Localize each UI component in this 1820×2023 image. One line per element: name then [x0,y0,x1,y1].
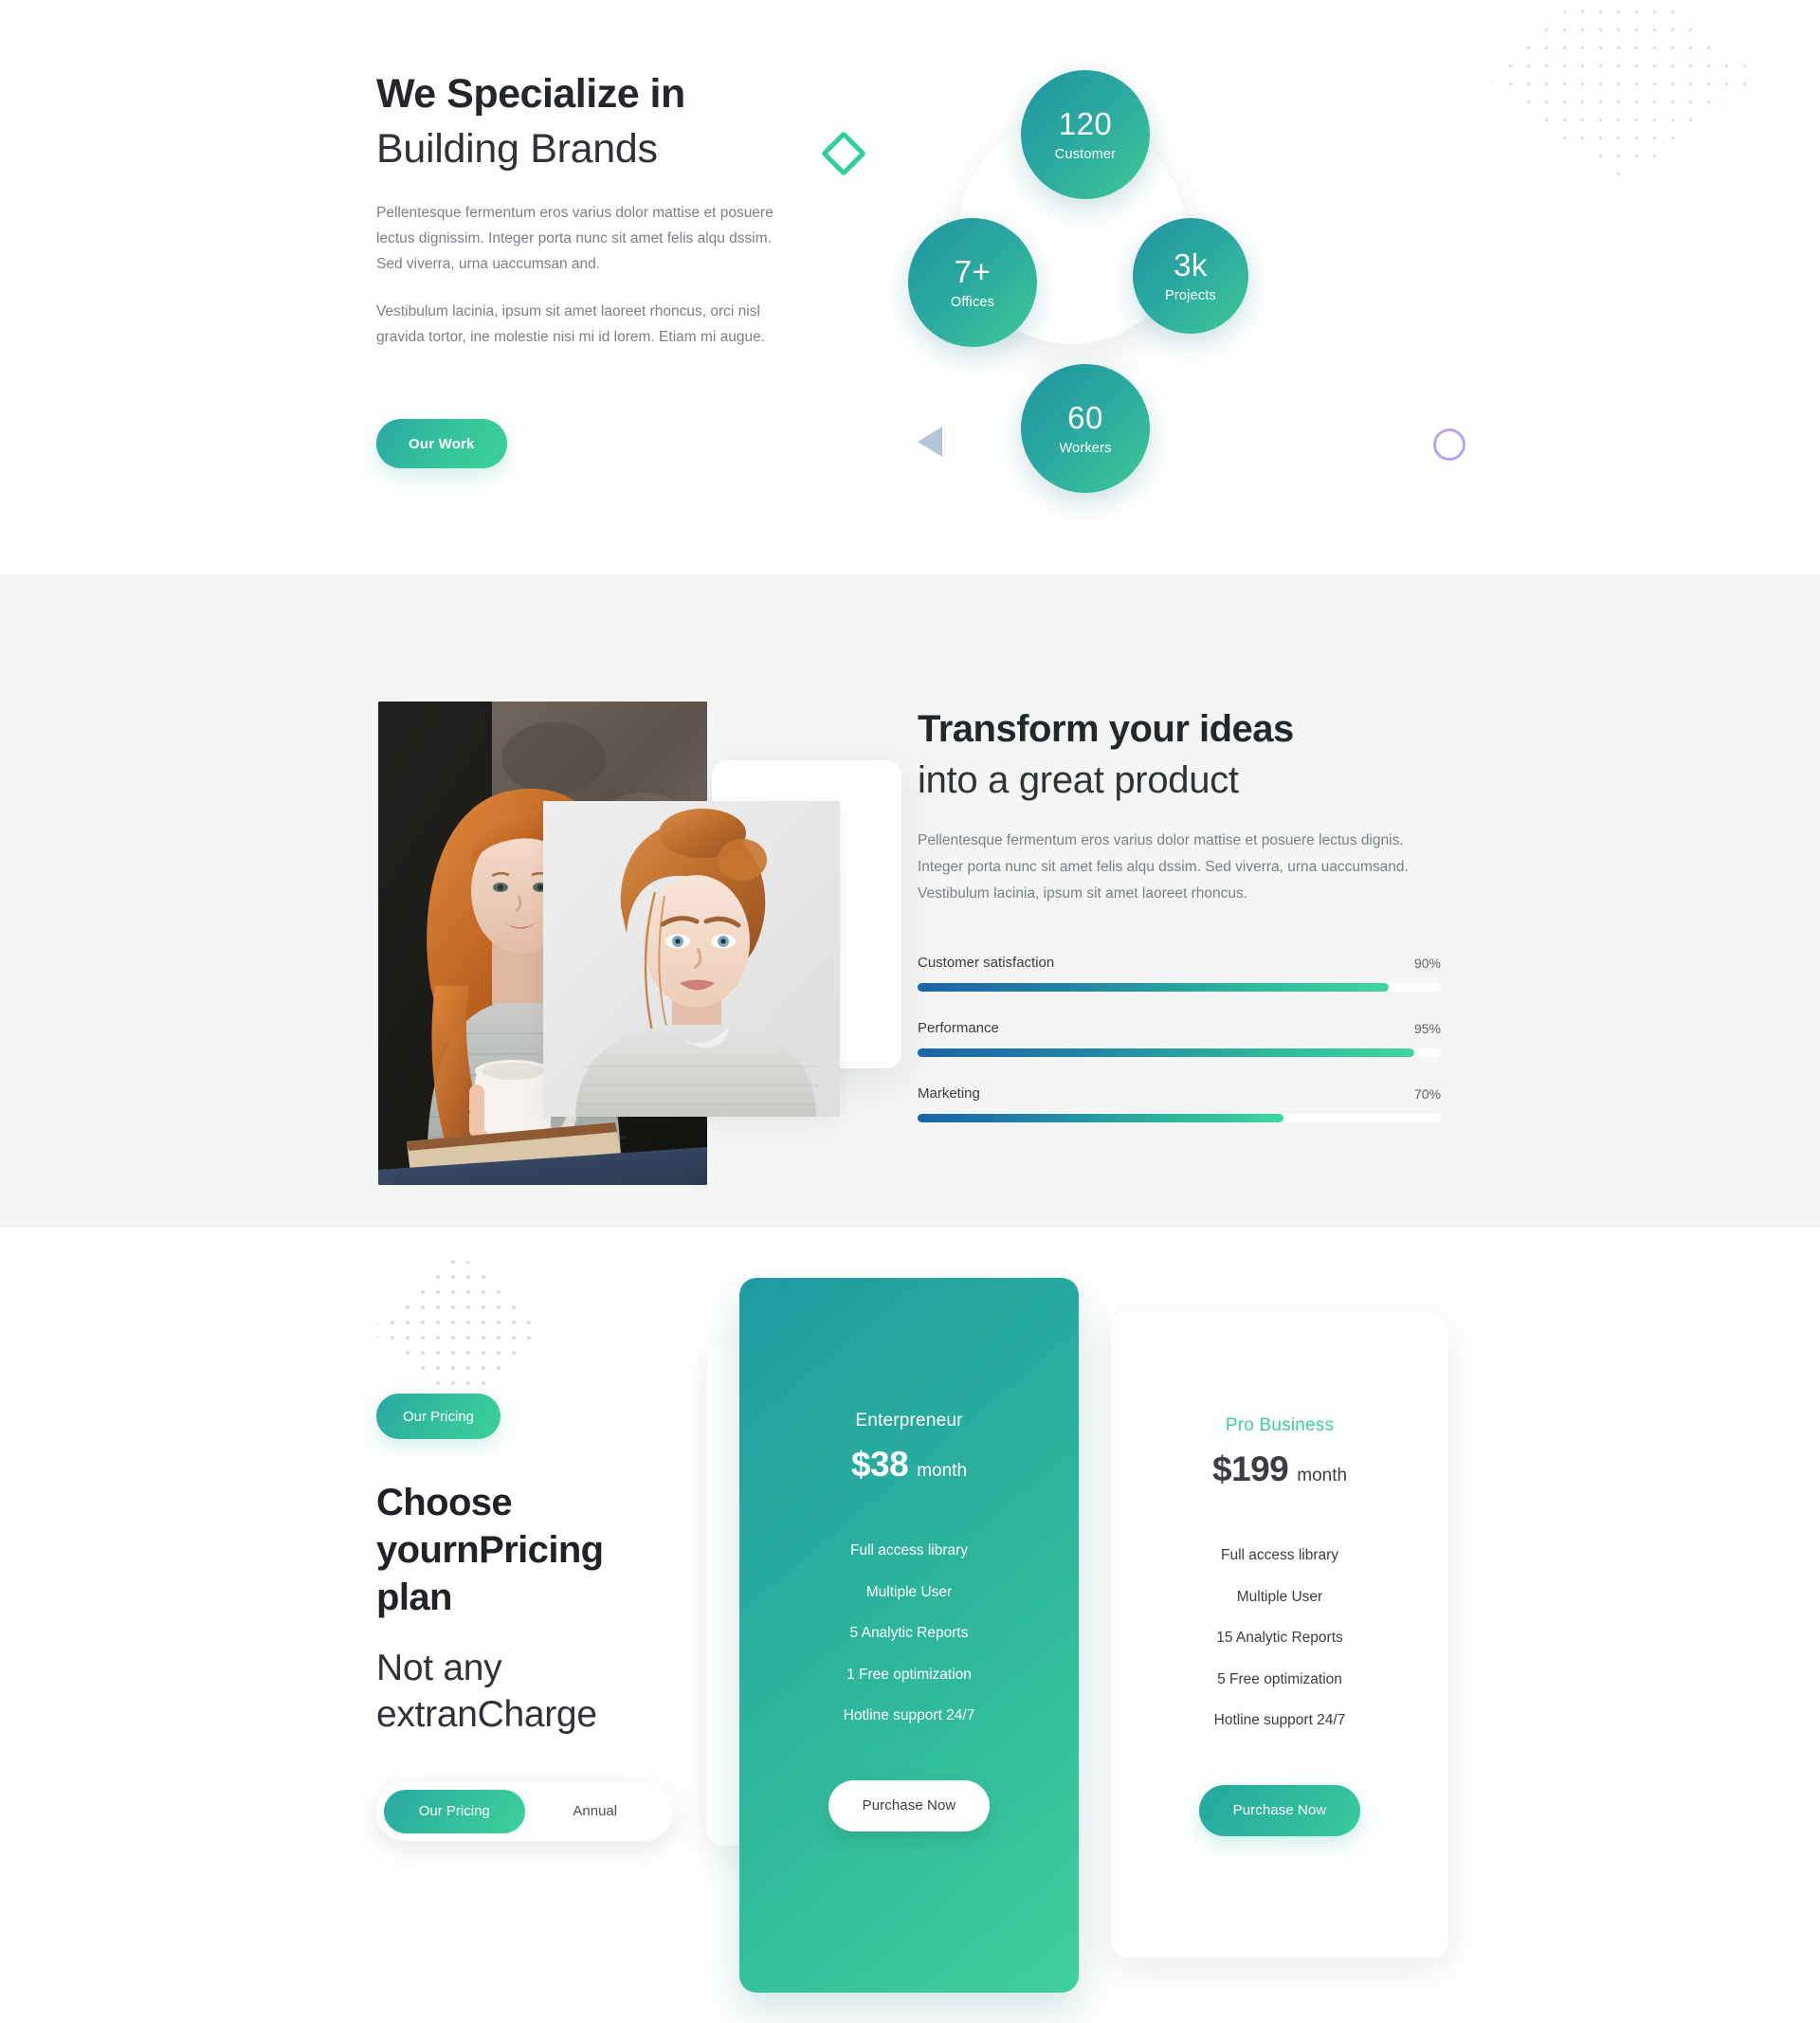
dot-pattern-diamond-icon [1483,0,1758,185]
plan-feature-list: Full access library Multiple User 5 Anal… [739,1543,1079,1723]
progress-track [918,982,1441,992]
stat-circle-offices: 7+ Offices [908,218,1037,347]
purchase-now-button-enterpreneur[interactable]: Purchase Now [828,1779,991,1832]
photo-collage [378,702,901,1185]
plan-feature: 1 Free optimization [846,1666,972,1683]
specialize-section: We Specialize in Building Brands Pellent… [0,0,1820,574]
progress-fill [918,982,1389,992]
our-work-button-wrap: Our Work [376,419,507,468]
specialize-paragraph-1: Pellentesque fermentum eros varius dolor… [376,204,774,272]
plan-price: $199 [1211,1449,1289,1488]
plan-feature: Hotline support 24/7 [843,1707,975,1723]
pricing-section: Our Pricing Choose yournPricing plan Not… [0,1228,1820,1993]
stat-value: 3k [1174,246,1208,282]
pricing-card-pro-business[interactable]: Pro Business $199 month Full access libr… [1111,1313,1448,1958]
progress-track [918,1113,1441,1122]
progress-label: Customer satisfaction [918,954,1055,971]
page-footer-spacer [0,1993,1820,2023]
transform-heading-light: into a great product [918,759,1239,801]
plan-period: month [1297,1466,1348,1485]
progress-row-customer-satisfaction: Customer satisfaction 90% [918,955,1441,992]
plan-feature: 5 Free optimization [1217,1670,1342,1687]
our-pricing-badge[interactable]: Our Pricing [376,1394,501,1439]
progress-value: 95% [1413,1020,1441,1036]
circle-outline-icon [1433,428,1465,461]
progress-label: Performance [918,1019,999,1036]
toggle-option-annual[interactable]: Annual [525,1790,666,1833]
our-work-button[interactable]: Our Work [376,419,507,468]
progress-track [918,1048,1441,1057]
stat-circle-projects: 3k Projects [1133,218,1248,334]
transform-heading-bold: Transform your ideas [918,708,1294,750]
stat-label: Offices [950,294,995,310]
stat-label: Customer [1054,146,1117,162]
plan-name: Pro Business [1225,1415,1335,1435]
progress-value: 90% [1413,955,1441,971]
plan-period: month [917,1461,968,1481]
progress-value: 70% [1413,1085,1441,1102]
plan-feature: 5 Analytic Reports [849,1625,969,1641]
plan-feature: Hotline support 24/7 [1213,1712,1346,1728]
progress-fill [918,1048,1415,1057]
progress-row-marketing: Marketing 70% [918,1085,1441,1122]
stat-value: 60 [1067,399,1103,435]
plan-feature: 15 Analytic Reports [1216,1630,1343,1646]
plan-feature-list: Full access library Multiple User 15 Ana… [1111,1548,1448,1728]
plan-feature: Multiple User [865,1583,953,1600]
specialize-paragraph-2: Vestibulum lacinia, ipsum sit amet laore… [376,303,766,346]
diamond-outline-icon [820,130,867,177]
plan-feature: Full access library [849,1542,969,1558]
toggle-option-monthly[interactable]: Our Pricing [384,1789,525,1833]
stat-value: 120 [1058,105,1113,141]
pricing-card-enterpreneur[interactable]: Enterpreneur $38 month Full access libra… [739,1278,1079,1993]
progress-fill [918,1113,1284,1122]
stat-circle-workers: 60 Workers [1021,364,1150,493]
stat-label: Projects [1165,287,1216,303]
pricing-heading-light: Not any extranCharge [376,1648,597,1735]
plan-price: $38 [850,1445,909,1484]
transform-paragraph: Pellentesque fermentum eros varius dolor… [918,832,1409,902]
stats-orbit: 120 Customer 7+ Offices 3k Projects 60 W… [908,43,1248,493]
transform-section: Transform your ideas into a great produc… [0,574,1820,1228]
specialize-heading-light: Building Brands [376,125,658,172]
billing-period-toggle[interactable]: Our Pricing Annual [376,1781,673,1841]
skills-bar-chart: Customer satisfaction 90% Performance 95… [918,955,1441,1122]
specialize-text-block: We Specialize in Building Brands Pellent… [376,71,793,350]
photo-b-illustration [543,801,840,1117]
landing-page: We Specialize in Building Brands Pellent… [0,0,1820,2023]
dot-pattern-diamond-icon [370,1254,550,1406]
transform-text-block: Transform your ideas into a great produc… [918,706,1448,1151]
progress-row-performance: Performance 95% [918,1020,1441,1057]
purchase-now-button-pro-business[interactable]: Purchase Now [1198,1784,1361,1836]
plan-name: Enterpreneur [855,1411,963,1431]
photo-woman-portrait [543,801,840,1117]
plan-feature: Multiple User [1236,1588,1323,1605]
specialize-heading-bold: We Specialize in [376,71,685,117]
stat-circle-customer: 120 Customer [1021,70,1150,199]
progress-label: Marketing [918,1084,980,1102]
pricing-heading-bold: Choose yournPricing plan [376,1482,604,1618]
stat-label: Workers [1059,440,1112,456]
stat-value: 7+ [954,253,992,289]
pricing-intro-block: Our Pricing Choose yournPricing plan Not… [376,1394,689,1841]
plan-feature: Full access library [1220,1547,1339,1563]
triangle-icon [918,427,942,457]
